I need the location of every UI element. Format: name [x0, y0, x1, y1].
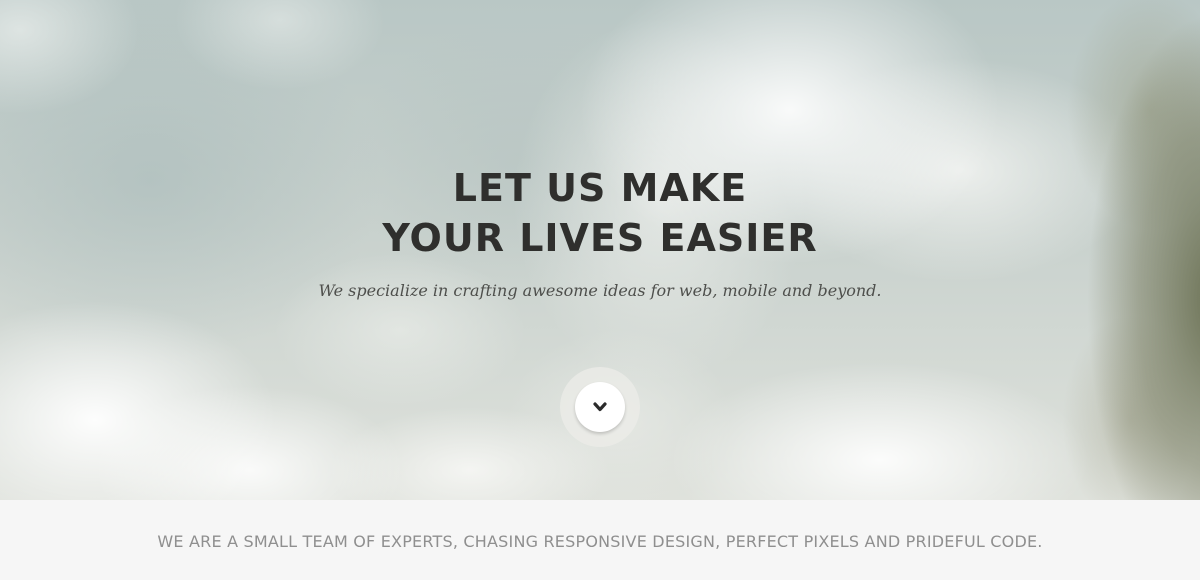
scroll-down-button[interactable]	[575, 382, 625, 432]
chevron-down-icon	[593, 402, 607, 412]
hero-subtitle: We specialize in crafting awesome ideas …	[318, 281, 882, 300]
scroll-down-ring	[560, 367, 640, 447]
hero-title-line-2: YOUR LIVES EASIER	[382, 216, 818, 260]
tagline-band: WE ARE A SMALL TEAM OF EXPERTS, CHASING …	[0, 500, 1200, 580]
hero-section: LET US MAKE YOUR LIVES EASIER We special…	[0, 0, 1200, 500]
hero-title-line-1: LET US MAKE	[452, 166, 748, 210]
team-tagline: WE ARE A SMALL TEAM OF EXPERTS, CHASING …	[157, 532, 1043, 551]
hero-title: LET US MAKE YOUR LIVES EASIER	[0, 163, 1200, 263]
